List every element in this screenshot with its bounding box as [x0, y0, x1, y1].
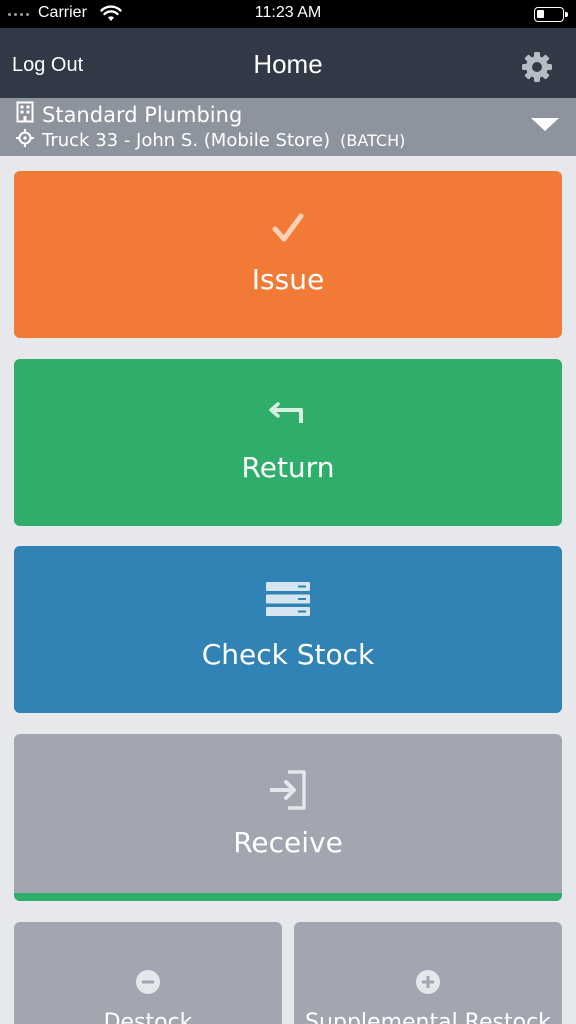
destock-button[interactable]: Destock: [14, 922, 282, 1024]
batch-mode-label: (BATCH): [340, 131, 406, 150]
supplemental-restock-button[interactable]: Supplemental Restock: [294, 922, 562, 1024]
caret-down-icon[interactable]: [531, 118, 559, 131]
battery-icon: [534, 7, 568, 22]
stack-icon: [14, 582, 562, 616]
checkmark-icon: [14, 213, 562, 243]
company-name: Standard Plumbing: [42, 102, 243, 127]
location-selector[interactable]: Standard Plumbing Truck 33 - John S. (Mo…: [0, 98, 576, 156]
plus-circle-icon: [294, 970, 562, 994]
receive-label: Receive: [233, 826, 343, 859]
receive-button[interactable]: Receive: [14, 734, 562, 901]
location-name: Truck 33 - John S. (Mobile Store): [42, 130, 331, 151]
issue-label: Issue: [251, 263, 325, 296]
navigation-bar: Log Out Home: [0, 28, 576, 98]
receive-status-bar: [14, 893, 562, 901]
destock-label: Destock: [103, 1010, 193, 1024]
crosshair-icon: [16, 129, 42, 152]
return-arrow-icon: [14, 401, 562, 425]
check-stock-label: Check Stock: [201, 638, 375, 671]
issue-button[interactable]: Issue: [14, 171, 562, 338]
supplemental-restock-label: Supplemental Restock: [305, 1010, 551, 1024]
return-label: Return: [241, 451, 335, 484]
building-icon: [16, 101, 42, 128]
status-time: 11:23 AM: [254, 4, 322, 21]
check-stock-button[interactable]: Check Stock: [14, 546, 562, 713]
page-title: Home: [253, 49, 323, 79]
status-bar: Carrier 11:23 AM: [0, 0, 576, 28]
sign-in-icon: [14, 770, 562, 810]
minus-circle-icon: [14, 970, 282, 994]
gear-icon[interactable]: [520, 50, 554, 84]
return-button[interactable]: Return: [14, 359, 562, 526]
